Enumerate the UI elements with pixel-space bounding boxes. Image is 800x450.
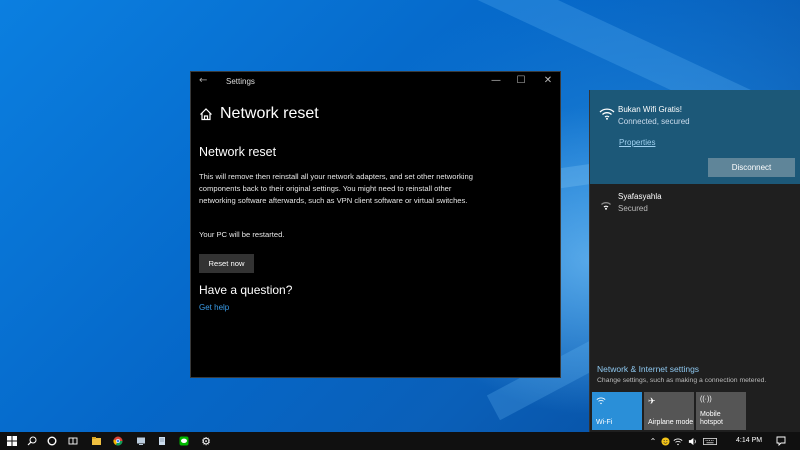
network-settings-description: Change settings, such as making a connec… — [597, 377, 767, 384]
reset-now-button[interactable]: Reset now — [199, 254, 254, 273]
wifi-signal-icon — [599, 108, 615, 120]
notepad-icon[interactable] — [155, 434, 169, 448]
network-status: Secured — [618, 204, 648, 213]
file-explorer-icon[interactable] — [89, 434, 103, 448]
network-item-connected[interactable]: Bukan Wifi Gratis! Connected, secured — [590, 90, 800, 134]
properties-link[interactable]: Properties — [619, 138, 655, 147]
minimize-button[interactable]: — — [489, 75, 503, 86]
settings-window: ← Settings — ☐ ✕ Network reset Network r… — [190, 71, 561, 378]
task-view-icon[interactable] — [66, 434, 80, 448]
disconnect-button[interactable]: Disconnect — [708, 158, 795, 177]
app-icon[interactable] — [134, 434, 148, 448]
network-flyout: Bukan Wifi Gratis! Connected, secured Pr… — [589, 90, 800, 432]
window-title: Settings — [226, 77, 255, 86]
reset-description: This will remove then reinstall all your… — [199, 172, 473, 205]
airplane-mode-quick-action[interactable]: ✈ Airplane mode — [644, 392, 694, 430]
maximize-button[interactable]: ☐ — [514, 75, 528, 86]
hotspot-icon: ((·)) — [700, 396, 712, 403]
emoji-icon[interactable] — [658, 434, 672, 448]
windows-start-icon[interactable] — [5, 434, 19, 448]
network-name: Syafasyahla — [618, 192, 662, 201]
restart-note: Your PC will be restarted. — [199, 230, 285, 239]
settings-icon[interactable]: ⚙ — [199, 434, 213, 448]
tile-label: Wi-Fi — [596, 419, 613, 426]
volume-icon[interactable] — [685, 434, 699, 448]
page-header: Network reset — [199, 105, 319, 123]
network-settings-link[interactable]: Network & Internet settings — [597, 364, 699, 374]
wifi-quick-action[interactable]: Wi-Fi — [592, 392, 642, 430]
wifi-icon[interactable] — [671, 434, 685, 448]
network-status: Connected, secured — [618, 117, 690, 126]
cortana-icon[interactable] — [45, 434, 59, 448]
network-item[interactable]: Syafasyahla Secured — [590, 186, 800, 220]
wifi-icon — [596, 397, 606, 405]
back-arrow-icon[interactable]: ← — [199, 75, 207, 86]
get-help-link[interactable]: Get help — [199, 303, 229, 312]
page-title: Network reset — [220, 105, 319, 122]
section-title: Network reset — [199, 145, 277, 159]
home-icon — [200, 108, 212, 121]
chrome-icon[interactable] — [111, 434, 125, 448]
clock-time[interactable]: 4:14 PM — [736, 437, 762, 444]
tile-label: Airplane mode — [648, 419, 694, 426]
tile-label: Mobile hotspot — [700, 411, 723, 426]
taskbar: ⚙ ⌃ 4:14 PM — [0, 432, 800, 450]
wifi-secured-icon — [601, 202, 611, 210]
close-button[interactable]: ✕ — [541, 75, 555, 86]
keyboard-icon[interactable] — [699, 434, 721, 448]
airplane-icon: ✈ — [648, 396, 656, 406]
question-heading: Have a question? — [199, 283, 293, 297]
mobile-hotspot-quick-action[interactable]: ((·)) Mobile hotspot — [696, 392, 746, 430]
title-bar: ← Settings — ☐ ✕ — [191, 72, 560, 92]
line-icon[interactable] — [177, 434, 191, 448]
notification-icon[interactable] — [774, 434, 788, 448]
network-name: Bukan Wifi Gratis! — [618, 105, 683, 114]
search-icon[interactable] — [25, 434, 39, 448]
active-network-panel: Bukan Wifi Gratis! Connected, secured Pr… — [590, 90, 800, 184]
